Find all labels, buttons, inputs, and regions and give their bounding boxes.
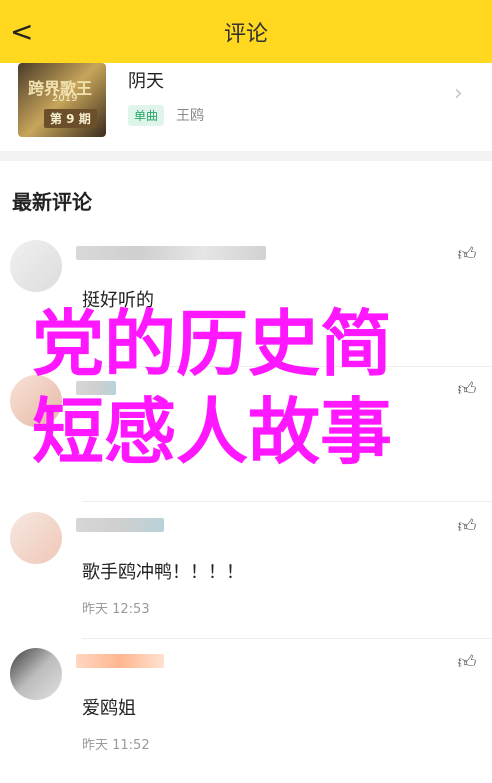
thumbs-up-icon[interactable]: 👍︎ bbox=[456, 516, 478, 538]
section-title: 最新评论 bbox=[12, 190, 92, 214]
divider bbox=[82, 638, 492, 639]
chevron-right-icon: › bbox=[454, 81, 463, 106]
comment-time: 昨天 11:52 bbox=[82, 738, 150, 753]
username-blurred[interactable] bbox=[76, 518, 164, 532]
page-title: 评论 bbox=[223, 22, 268, 47]
divider bbox=[82, 366, 492, 367]
avatar[interactable] bbox=[10, 512, 62, 564]
album-cover: 跨界歌王 2019 第 9 期 bbox=[18, 63, 106, 137]
username-blurred[interactable] bbox=[76, 654, 164, 668]
cover-year: 2019 bbox=[52, 93, 78, 104]
thumbs-up-icon[interactable]: 👍︎ bbox=[456, 244, 478, 266]
thumbs-up-icon[interactable]: 👍︎ bbox=[456, 652, 478, 674]
username-blurred[interactable] bbox=[76, 381, 116, 395]
section-divider bbox=[0, 151, 492, 161]
comment-item[interactable]: 👍︎ 挺好听的 bbox=[0, 240, 492, 375]
song-card[interactable]: 跨界歌王 2019 第 9 期 阴天 单曲 王鸥 › bbox=[0, 63, 492, 151]
song-title: 阴天 bbox=[128, 71, 164, 92]
comment-text: 爱鸥姐 bbox=[82, 698, 136, 719]
comment-item[interactable]: 👍︎ 爱鸥姐 昨天 11:52 bbox=[0, 648, 492, 783]
cover-episode: 第 9 期 bbox=[44, 109, 97, 128]
single-tag: 单曲 bbox=[128, 105, 165, 126]
comment-item[interactable]: 👍︎ bbox=[0, 375, 492, 510]
comment-text: 挺好听的 bbox=[82, 290, 154, 311]
thumbs-up-icon[interactable]: 👍︎ bbox=[456, 379, 478, 401]
divider bbox=[82, 501, 492, 502]
top-app-bar: < 评论 bbox=[0, 0, 492, 63]
comment-item[interactable]: 👍︎ 歌手鸥冲鸭！！！！ 昨天 12:53 bbox=[0, 512, 492, 647]
artist-name: 王鸥 bbox=[176, 108, 204, 124]
comment-time: 昨天 12:53 bbox=[82, 602, 150, 617]
comment-text: 歌手鸥冲鸭！！！！ bbox=[82, 562, 244, 583]
avatar[interactable] bbox=[10, 240, 62, 292]
avatar[interactable] bbox=[10, 375, 62, 427]
username-blurred[interactable] bbox=[76, 246, 266, 260]
avatar[interactable] bbox=[10, 648, 62, 700]
